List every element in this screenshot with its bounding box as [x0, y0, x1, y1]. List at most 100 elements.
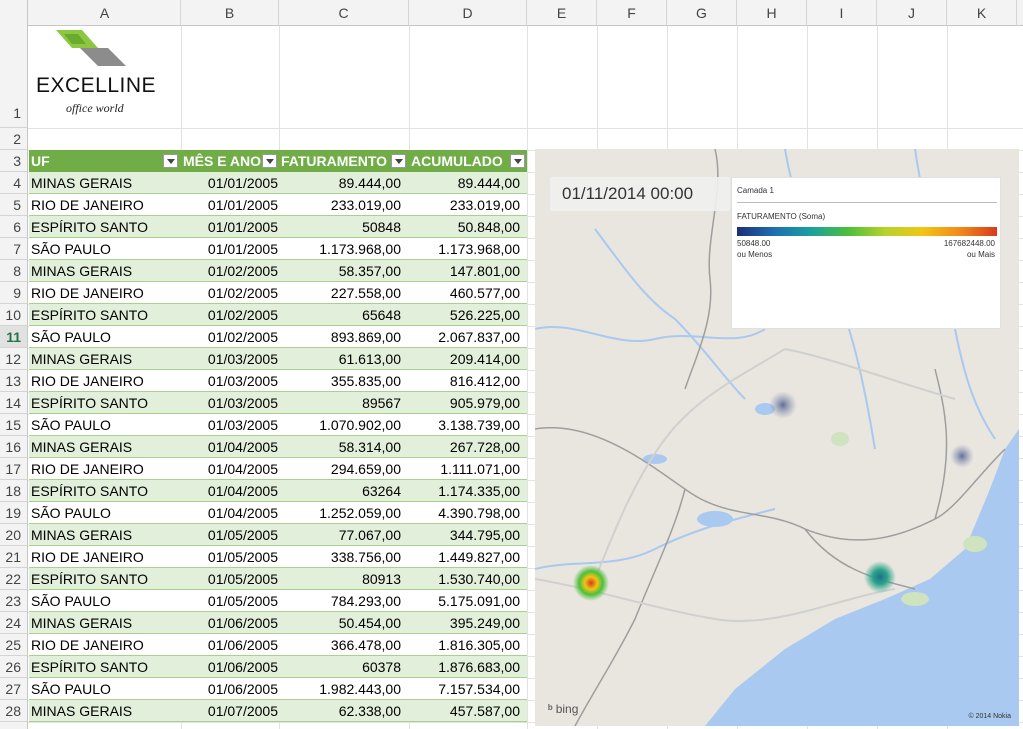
cell-mes-e-ano[interactable]: 01/03/2005 — [181, 392, 278, 414]
cell-faturamento[interactable]: 233.019,00 — [279, 194, 401, 216]
cell-faturamento[interactable]: 62.338,00 — [279, 700, 401, 722]
cell-mes-e-ano[interactable]: 01/03/2005 — [181, 348, 278, 370]
column-header-j[interactable]: J — [877, 0, 947, 26]
cell-mes-e-ano[interactable]: 01/02/2005 — [181, 326, 278, 348]
table-row[interactable]: MINAS GERAIS 01/02/2005 58.357,00 147.801,0… — [29, 260, 527, 282]
table-row[interactable]: SÃO PAULO 01/03/2005 1.070.902,00 3.138.739… — [29, 414, 527, 436]
cell-faturamento[interactable]: 58.314,00 — [279, 436, 401, 458]
row-header-2[interactable]: 2 — [0, 128, 27, 150]
cell-faturamento[interactable]: 77.067,00 — [279, 524, 401, 546]
cell-uf[interactable]: MINAS GERAIS — [31, 260, 181, 282]
cell-uf[interactable]: RIO DE JANEIRO — [31, 546, 181, 568]
column-header-d[interactable]: D — [409, 0, 527, 26]
cell-uf[interactable]: ESPÍRITO SANTO — [31, 216, 181, 238]
row-header-5[interactable]: 5 — [0, 194, 27, 216]
cell-faturamento[interactable]: 227.558,00 — [279, 282, 401, 304]
cell-mes-e-ano[interactable]: 01/05/2005 — [181, 568, 278, 590]
cell-acumulado[interactable]: 1.816.305,00 — [409, 634, 520, 656]
cell-acumulado[interactable]: 4.390.798,00 — [409, 502, 520, 524]
cell-mes-e-ano[interactable]: 01/02/2005 — [181, 304, 278, 326]
table-row[interactable]: ESPÍRITO SANTO 01/02/2005 65648 526.225,00 — [29, 304, 527, 326]
row-header-7[interactable]: 7 — [0, 238, 27, 260]
cell-acumulado[interactable]: 233.019,00 — [409, 194, 520, 216]
row-header-21[interactable]: 21 — [0, 546, 27, 568]
cell-uf[interactable]: MINAS GERAIS — [31, 700, 181, 722]
column-header-c[interactable]: C — [279, 0, 409, 26]
cell-acumulado[interactable]: 460.577,00 — [409, 282, 520, 304]
row-header-6[interactable]: 6 — [0, 216, 27, 238]
cell-mes-e-ano[interactable]: 01/02/2005 — [181, 282, 278, 304]
row-header-15[interactable]: 15 — [0, 414, 27, 436]
cell-acumulado[interactable]: 1.173.968,00 — [409, 238, 520, 260]
cell-uf[interactable]: SÃO PAULO — [31, 590, 181, 612]
row-header-11[interactable]: 11 — [0, 326, 27, 348]
cell-faturamento[interactable]: 80913 — [279, 568, 401, 590]
cell-mes-e-ano[interactable]: 01/04/2005 — [181, 480, 278, 502]
cell-uf[interactable]: SÃO PAULO — [31, 326, 181, 348]
cell-acumulado[interactable]: 267.728,00 — [409, 436, 520, 458]
cell-uf[interactable]: SÃO PAULO — [31, 502, 181, 524]
cell-faturamento[interactable]: 366.478,00 — [279, 634, 401, 656]
power-map[interactable]: 01/11/2014 00:00 Camada 1 FATURAMENTO (S… — [535, 149, 1019, 726]
column-header-h[interactable]: H — [737, 0, 807, 26]
cell-acumulado[interactable]: 905.979,00 — [409, 392, 520, 414]
row-header-17[interactable]: 17 — [0, 458, 27, 480]
row-header-12[interactable]: 12 — [0, 348, 27, 370]
row-header-27[interactable]: 27 — [0, 678, 27, 700]
row-header-8[interactable]: 8 — [0, 260, 27, 282]
cell-acumulado[interactable]: 344.795,00 — [409, 524, 520, 546]
cell-uf[interactable]: ESPÍRITO SANTO — [31, 480, 181, 502]
table-row[interactable]: MINAS GERAIS 01/01/2005 89.444,00 89.444,00 — [29, 172, 527, 194]
cell-faturamento[interactable]: 294.659,00 — [279, 458, 401, 480]
cell-faturamento[interactable]: 893.869,00 — [279, 326, 401, 348]
table-row[interactable]: ESPÍRITO SANTO 01/03/2005 89567 905.979,00 — [29, 392, 527, 414]
cell-mes-e-ano[interactable]: 01/04/2005 — [181, 458, 278, 480]
cell-acumulado[interactable]: 1.530.740,00 — [409, 568, 520, 590]
cell-acumulado[interactable]: 89.444,00 — [409, 172, 520, 194]
cell-mes-e-ano[interactable]: 01/05/2005 — [181, 546, 278, 568]
row-header-22[interactable]: 22 — [0, 568, 27, 590]
table-row[interactable]: ESPÍRITO SANTO 01/05/2005 80913 1.530.740,0… — [29, 568, 527, 590]
cell-acumulado[interactable]: 147.801,00 — [409, 260, 520, 282]
cell-mes-e-ano[interactable]: 01/02/2005 — [181, 260, 278, 282]
cell-mes-e-ano[interactable]: 01/05/2005 — [181, 524, 278, 546]
cell-faturamento[interactable]: 61.613,00 — [279, 348, 401, 370]
cell-acumulado[interactable]: 3.138.739,00 — [409, 414, 520, 436]
cell-faturamento[interactable]: 65648 — [279, 304, 401, 326]
cell-acumulado[interactable]: 209.414,00 — [409, 348, 520, 370]
table-row[interactable]: RIO DE JANEIRO 01/05/2005 338.756,00 1.449.… — [29, 546, 527, 568]
cell-faturamento[interactable]: 784.293,00 — [279, 590, 401, 612]
cell-acumulado[interactable]: 395.249,00 — [409, 612, 520, 634]
table-row[interactable]: RIO DE JANEIRO 01/03/2005 355.835,00 816.41… — [29, 370, 527, 392]
table-row[interactable]: SÃO PAULO 01/05/2005 784.293,00 5.175.091,0… — [29, 590, 527, 612]
select-all-corner[interactable] — [0, 0, 28, 26]
cell-uf[interactable]: MINAS GERAIS — [31, 436, 181, 458]
cell-uf[interactable]: ESPÍRITO SANTO — [31, 392, 181, 414]
row-header-19[interactable]: 19 — [0, 502, 27, 524]
cell-uf[interactable]: RIO DE JANEIRO — [31, 458, 181, 480]
cell-uf[interactable]: RIO DE JANEIRO — [31, 194, 181, 216]
cell-mes-e-ano[interactable]: 01/03/2005 — [181, 370, 278, 392]
cell-faturamento[interactable]: 1.070.902,00 — [279, 414, 401, 436]
cell-uf[interactable]: ESPÍRITO SANTO — [31, 656, 181, 678]
row-header-26[interactable]: 26 — [0, 656, 27, 678]
cell-uf[interactable]: SÃO PAULO — [31, 414, 181, 436]
cell-mes-e-ano[interactable]: 01/01/2005 — [181, 238, 278, 260]
cell-faturamento[interactable]: 355.835,00 — [279, 370, 401, 392]
cell-mes-e-ano[interactable]: 01/06/2005 — [181, 634, 278, 656]
cell-acumulado[interactable]: 5.175.091,00 — [409, 590, 520, 612]
table-row[interactable]: SÃO PAULO 01/06/2005 1.982.443,00 7.157.534… — [29, 678, 527, 700]
cell-mes-e-ano[interactable]: 01/06/2005 — [181, 612, 278, 634]
cell-mes-e-ano[interactable]: 01/01/2005 — [181, 216, 278, 238]
cell-uf[interactable]: MINAS GERAIS — [31, 612, 181, 634]
cell-faturamento[interactable]: 60378 — [279, 656, 401, 678]
table-row[interactable]: RIO DE JANEIRO 01/01/2005 233.019,00 233.01… — [29, 194, 527, 216]
cell-mes-e-ano[interactable]: 01/06/2005 — [181, 678, 278, 700]
cell-acumulado[interactable]: 526.225,00 — [409, 304, 520, 326]
table-row[interactable]: ESPÍRITO SANTO 01/06/2005 60378 1.876.683,0… — [29, 656, 527, 678]
cell-faturamento[interactable]: 50.454,00 — [279, 612, 401, 634]
cell-uf[interactable]: SÃO PAULO — [31, 678, 181, 700]
cell-faturamento[interactable]: 338.756,00 — [279, 546, 401, 568]
cell-mes-e-ano[interactable]: 01/07/2005 — [181, 700, 278, 722]
cell-uf[interactable]: MINAS GERAIS — [31, 172, 181, 194]
